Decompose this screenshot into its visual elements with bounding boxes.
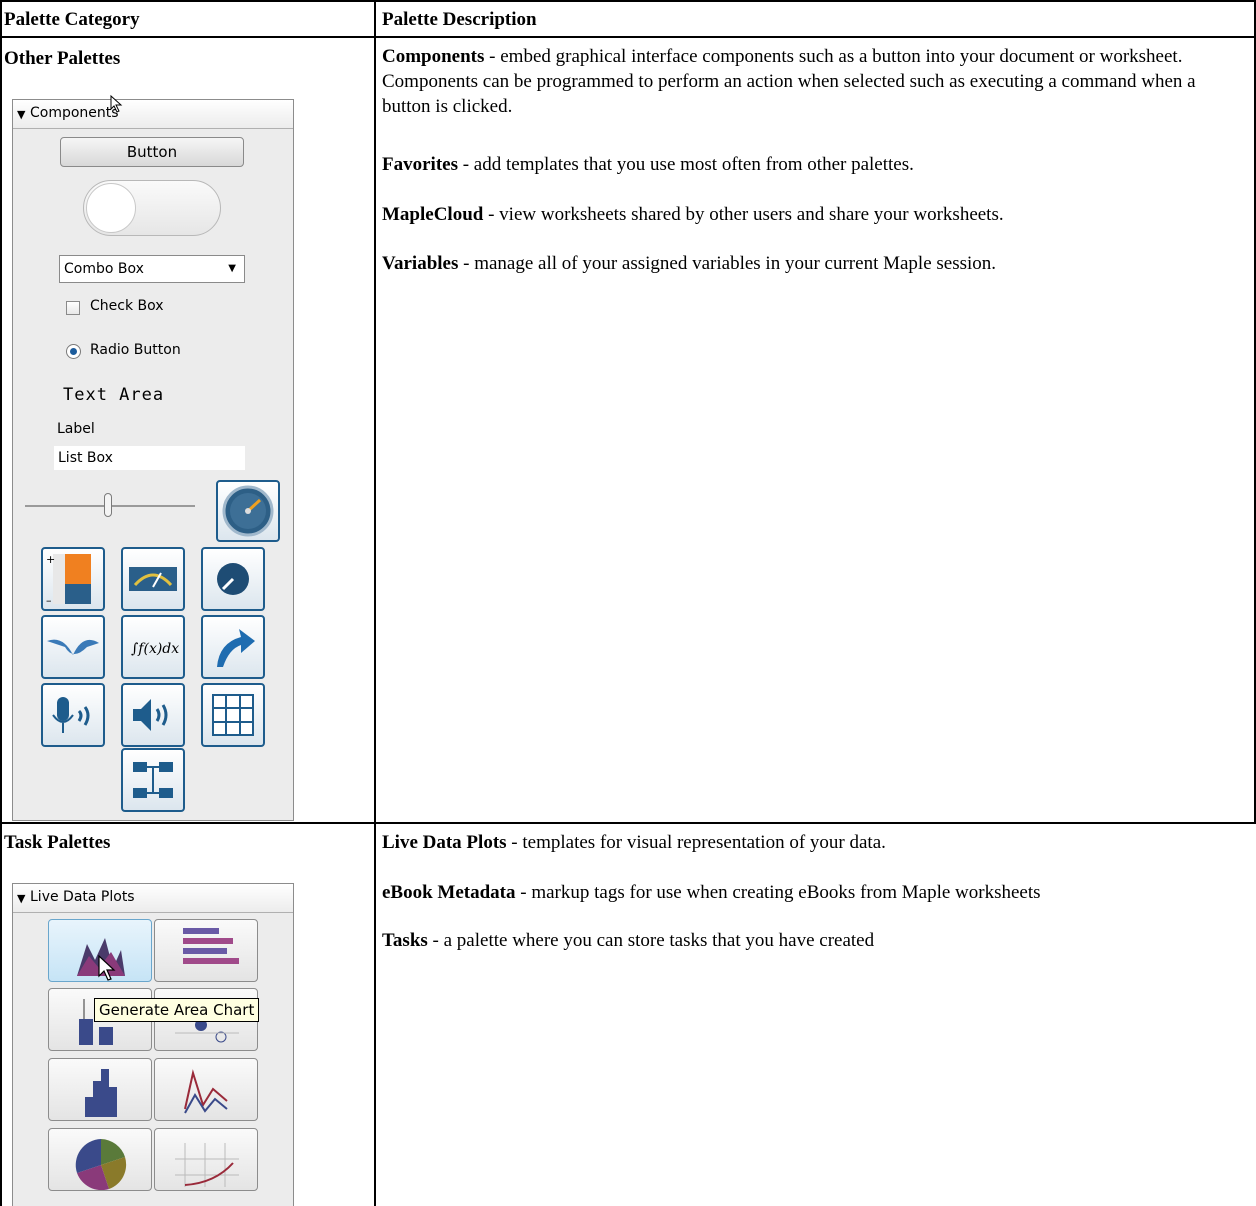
term-favorites: Favorites bbox=[382, 154, 458, 175]
chevron-down-icon: ▼ bbox=[228, 263, 236, 274]
histogram-icon bbox=[85, 1069, 117, 1117]
text-components: - embed graphical interface components s… bbox=[382, 46, 1196, 117]
plot-icon[interactable] bbox=[41, 615, 105, 679]
description-maplecloud: MapleCloud - view worksheets shared by o… bbox=[382, 202, 1248, 227]
live-data-plots-header[interactable]: ▼ Live Data Plots bbox=[13, 884, 293, 913]
term-live-data-plots: Live Data Plots bbox=[382, 832, 507, 853]
microphone-icon[interactable] bbox=[41, 683, 105, 747]
scatter-plot-icon bbox=[175, 1143, 239, 1187]
live-data-plots-title: Live Data Plots bbox=[30, 889, 135, 905]
label-component[interactable]: Label bbox=[57, 421, 95, 437]
gauge-icon[interactable] bbox=[216, 480, 280, 542]
text-variables: - manage all of your assigned variables … bbox=[458, 253, 997, 274]
pie-chart-tile[interactable] bbox=[48, 1128, 152, 1191]
svg-text:∫f(x)dx: ∫f(x)dx bbox=[131, 641, 179, 657]
bar-chart-icon bbox=[183, 928, 239, 964]
text-live-data-plots: - templates for visual representation of… bbox=[506, 832, 886, 853]
histogram-tile[interactable] bbox=[48, 1058, 152, 1121]
rotate-arrow-icon[interactable] bbox=[201, 615, 265, 679]
svg-text:–: – bbox=[46, 594, 52, 607]
code-edit-region-icon[interactable] bbox=[121, 748, 185, 812]
table-header-divider bbox=[0, 36, 1256, 38]
line-chart-icon bbox=[184, 1069, 228, 1114]
button-component[interactable]: Button bbox=[60, 137, 244, 167]
description-ebook-metadata: eBook Metadata - markup tags for use whe… bbox=[382, 880, 1248, 905]
speaker-icon[interactable] bbox=[121, 683, 185, 747]
dial-icon[interactable] bbox=[201, 547, 265, 611]
checkbox-label: Check Box bbox=[90, 298, 164, 314]
line-chart-tile[interactable] bbox=[154, 1058, 258, 1121]
bar-chart-tile[interactable] bbox=[154, 919, 258, 982]
components-palette-header[interactable]: ▼ Components bbox=[13, 100, 293, 129]
term-components: Components bbox=[382, 46, 485, 67]
term-variables: Variables bbox=[382, 253, 459, 274]
combo-box-component[interactable]: Combo Box ▼ bbox=[59, 255, 245, 283]
math-container-icon[interactable]: ∫f(x)dx bbox=[121, 615, 185, 679]
radio-dot bbox=[70, 348, 77, 355]
live-data-plots-palette: ▼ Live Data Plots Generate Area Chart bbox=[12, 883, 294, 1206]
toggle-knob bbox=[86, 183, 136, 233]
meter-icon[interactable] bbox=[121, 547, 185, 611]
table-left-border bbox=[0, 0, 2, 1206]
checkbox-component[interactable] bbox=[66, 301, 80, 315]
list-box-component[interactable]: List Box bbox=[54, 446, 245, 470]
svg-text:+: + bbox=[46, 553, 55, 566]
combo-box-label: Combo Box bbox=[64, 261, 144, 277]
header-category: Palette Category bbox=[4, 9, 140, 30]
volume-gauge-icon[interactable]: + – bbox=[41, 547, 105, 611]
header-description: Palette Description bbox=[382, 9, 537, 30]
description-variables: Variables - manage all of your assigned … bbox=[382, 251, 1248, 276]
description-live-data-plots: Live Data Plots - templates for visual r… bbox=[382, 830, 1248, 855]
row-category-other-palettes: Other Palettes bbox=[4, 48, 121, 69]
term-maplecloud: MapleCloud bbox=[382, 204, 484, 225]
area-chart-tooltip: Generate Area Chart bbox=[94, 998, 260, 1022]
components-palette-title: Components bbox=[30, 105, 119, 121]
scatter-plot-tile[interactable] bbox=[154, 1128, 258, 1191]
data-table-icon[interactable] bbox=[201, 683, 265, 747]
term-ebook-metadata: eBook Metadata bbox=[382, 882, 516, 903]
description-favorites: Favorites - add templates that you use m… bbox=[382, 152, 1248, 177]
description-components: Components - embed graphical interface c… bbox=[382, 44, 1248, 119]
text-tasks: - a palette where you can store tasks th… bbox=[427, 930, 875, 951]
slider-thumb[interactable] bbox=[104, 493, 112, 517]
description-tasks: Tasks - a palette where you can store ta… bbox=[382, 928, 1248, 953]
toggle-switch-component[interactable] bbox=[83, 180, 221, 236]
text-area-component[interactable]: Text Area bbox=[63, 385, 164, 405]
text-favorites: - add templates that you use most often … bbox=[457, 154, 914, 175]
collapse-triangle-icon[interactable]: ▼ bbox=[17, 108, 25, 121]
text-ebook-metadata: - markup tags for use when creating eBoo… bbox=[515, 882, 1041, 903]
table-row-divider bbox=[0, 822, 1256, 824]
mouse-cursor-icon bbox=[98, 954, 116, 981]
radio-label: Radio Button bbox=[90, 342, 181, 358]
radio-button-component[interactable] bbox=[66, 344, 81, 359]
pie-chart-icon bbox=[75, 1139, 127, 1191]
collapse-triangle-icon[interactable]: ▼ bbox=[17, 892, 25, 905]
mouse-cursor-icon bbox=[110, 94, 123, 113]
components-palette: ▼ Components Button Combo Box ▼ Check Bo… bbox=[12, 94, 294, 821]
row-category-task-palettes: Task Palettes bbox=[4, 832, 111, 853]
table-top-border bbox=[0, 0, 1256, 2]
term-tasks: Tasks bbox=[382, 930, 428, 951]
table-column-divider bbox=[374, 0, 376, 1206]
text-maplecloud: - view worksheets shared by other users … bbox=[483, 204, 1004, 225]
